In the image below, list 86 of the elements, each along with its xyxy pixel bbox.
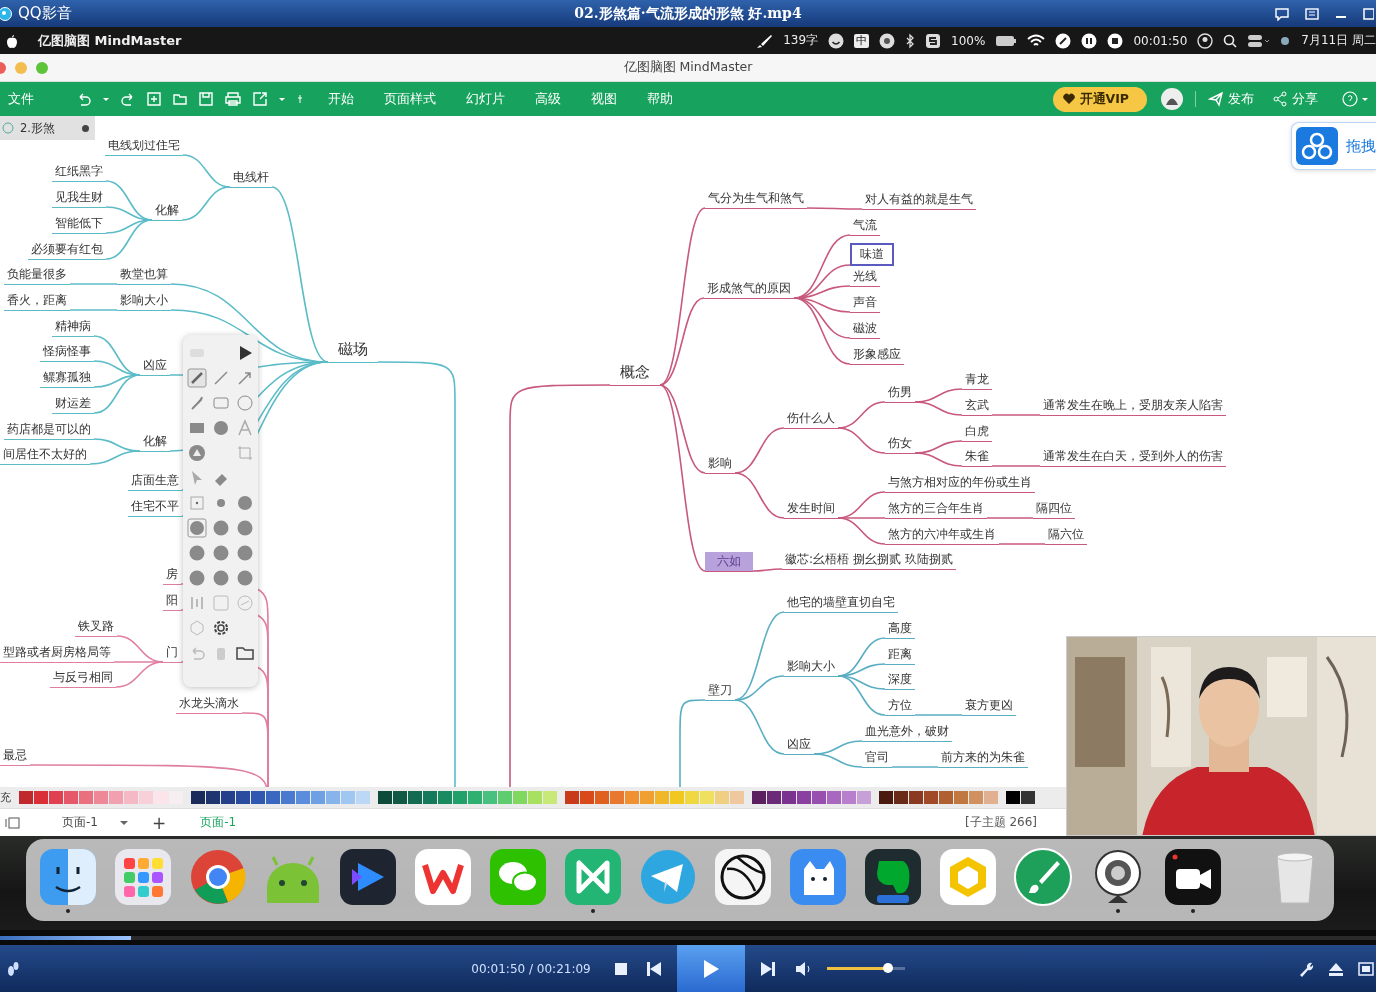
mind-map-topic[interactable]: 必须要有红包 xyxy=(28,242,106,260)
mind-map-topic[interactable]: 青龙 xyxy=(962,372,992,390)
app-name: QQ影音 xyxy=(18,4,72,23)
mind-map-topic[interactable]: 他宅的墙壁直切自宅 xyxy=(784,595,898,613)
mind-map-topic[interactable]: 伤男 xyxy=(885,385,915,403)
mind-map-topic[interactable]: 形象感应 xyxy=(850,347,904,365)
mind-map-topic[interactable]: 怪病怪事 xyxy=(40,344,94,362)
mind-map-topic[interactable]: 血光意外，破财 xyxy=(862,724,952,742)
mind-map-topic[interactable]: 概念 xyxy=(610,363,660,386)
mind-map-topic[interactable]: 最忌 xyxy=(0,748,30,766)
mind-map-topic[interactable]: 水龙头滴水 xyxy=(176,696,242,714)
mind-map-topic[interactable]: 与煞方相对应的年份或生肖 xyxy=(885,475,1035,493)
mind-map-topic[interactable]: 方位 xyxy=(885,698,915,716)
mind-map-topic[interactable]: 财运差 xyxy=(52,396,94,414)
menu-clock: 7月11日 周二 xyxy=(1301,32,1376,49)
mind-map-topic[interactable]: 伤女 xyxy=(885,436,915,454)
mind-map-topic[interactable]: 铁叉路 xyxy=(75,619,117,637)
mind-map-topic[interactable]: 煞方的三合年生肖 xyxy=(885,501,987,519)
mind-map-topic[interactable]: 阳 xyxy=(163,593,181,611)
mind-map-topic[interactable]: 气流 xyxy=(850,218,880,236)
mind-map-topic[interactable]: 化解 xyxy=(152,203,182,221)
mind-map-topic[interactable]: 房 xyxy=(163,567,181,585)
app-menu[interactable]: 亿图脑图 MindMaster xyxy=(38,31,182,50)
mind-map-topic[interactable]: 化解 xyxy=(140,434,170,452)
mind-map-topic[interactable]: 味道 xyxy=(850,243,894,266)
mind-map-topic[interactable]: 官司 xyxy=(862,750,892,768)
mind-map-topic[interactable]: 隔四位 xyxy=(1033,501,1075,519)
mind-map-topic[interactable]: 通常发生在白天，受到外人的伤害 xyxy=(1040,449,1226,467)
mind-map-topic[interactable]: 徽芯:幺梧梧 捌幺捌贰 玖陆捌贰 xyxy=(782,552,956,570)
mind-map-topic[interactable]: 衰方更凶 xyxy=(962,698,1016,716)
mind-map-topic[interactable]: 深度 xyxy=(885,672,915,690)
mind-map-topic[interactable]: 朱雀 xyxy=(962,449,992,467)
mind-map-topic[interactable]: 型路或者厨房格局等 xyxy=(0,645,114,663)
mind-map-topic[interactable]: 负能量很多 xyxy=(4,267,70,285)
mind-map-topic[interactable]: 门 xyxy=(163,645,181,663)
mind-map-topic[interactable]: 凶应 xyxy=(784,737,814,755)
mind-map-topic[interactable]: 对人有益的就是生气 xyxy=(862,192,976,210)
word-count: 139字 xyxy=(783,32,819,49)
mind-map-topic[interactable]: 壁刀 xyxy=(705,683,735,701)
mind-map-topic[interactable]: 磁场 xyxy=(328,340,378,363)
mind-map-topic[interactable]: 红纸黑字 xyxy=(52,164,106,182)
mind-map-topic[interactable]: 白虎 xyxy=(962,424,992,442)
input-method-indicator[interactable]: 中 xyxy=(854,33,870,48)
mind-map-topic[interactable]: 间居住不太好的 xyxy=(0,447,90,465)
battery-percent: 100% xyxy=(951,33,986,48)
mind-map-topic[interactable]: 影响大小 xyxy=(784,659,838,677)
mind-map-topic[interactable]: 电线杆 xyxy=(230,170,272,188)
mind-map-topic[interactable]: 凶应 xyxy=(140,358,170,376)
mind-map-topic[interactable]: 影响 xyxy=(705,456,735,474)
mind-map-topic[interactable]: 形成煞气的原因 xyxy=(704,281,794,299)
mind-map-topic[interactable]: 气分为生气和煞气 xyxy=(705,191,807,209)
mind-map-topic[interactable]: 影响大小 xyxy=(117,293,171,311)
mind-map-topic[interactable]: 距离 xyxy=(885,647,915,665)
mind-map-topic[interactable]: 前方来的为朱雀 xyxy=(938,750,1028,768)
mind-map-topic[interactable]: 发生时间 xyxy=(784,501,838,519)
vip-button[interactable]: 开通VIP xyxy=(1052,86,1147,112)
mind-map-topic[interactable]: 智能低下 xyxy=(52,216,106,234)
page-dropdown[interactable]: 页面-1 xyxy=(56,813,134,832)
mind-map-topic[interactable]: 玄武 xyxy=(962,398,992,416)
mind-map-topic[interactable]: 药店都是可以的 xyxy=(4,422,94,440)
document-tab[interactable]: 2.形煞 xyxy=(0,116,95,140)
mind-map-topic[interactable]: 精神病 xyxy=(52,319,94,337)
topic-count: [子主题 266] xyxy=(964,814,1037,831)
mind-map-topic[interactable]: 六如 xyxy=(705,552,753,572)
window-title: 亿图脑图 MindMaster xyxy=(623,59,753,76)
playback-time: 00:01:50 / 00:21:09 xyxy=(471,961,591,976)
palette-label: 充 xyxy=(0,790,11,805)
mind-map-topic[interactable]: 通常发生在晚上，受朋友亲人陷害 xyxy=(1040,398,1226,416)
mind-map-topic[interactable]: 声音 xyxy=(850,295,880,313)
mind-map-topic[interactable]: 见我生财 xyxy=(52,190,106,208)
mind-map-topic[interactable]: 高度 xyxy=(885,621,915,639)
mind-map-topic[interactable]: 香火，距离 xyxy=(4,293,70,311)
recording-time: 00:01:50 xyxy=(1133,33,1188,48)
mind-map-topic[interactable]: 与反弓相同 xyxy=(50,670,116,688)
mind-map-topic[interactable]: 鳏寡孤独 xyxy=(40,370,94,388)
mind-map-topic[interactable]: 教堂也算 xyxy=(117,267,171,285)
add-page-button[interactable]: + xyxy=(151,812,167,833)
mind-map-topic[interactable]: 隔六位 xyxy=(1045,527,1087,545)
mind-map-topic[interactable]: 光线 xyxy=(850,269,880,287)
mind-map-topic[interactable]: 店面生意 xyxy=(128,473,182,491)
mind-map-topic[interactable]: 磁波 xyxy=(850,321,880,339)
drag-button[interactable]: 拖拽 xyxy=(1291,122,1376,170)
mind-map-topic[interactable]: 伤什么人 xyxy=(784,411,838,429)
mind-map-topic[interactable]: 煞方的六冲年或生肖 xyxy=(885,527,999,545)
window-title: 02.形煞篇·气流形成的形煞 好.mp4 xyxy=(574,4,802,23)
mind-map-topic[interactable]: 住宅不平 xyxy=(128,499,182,517)
